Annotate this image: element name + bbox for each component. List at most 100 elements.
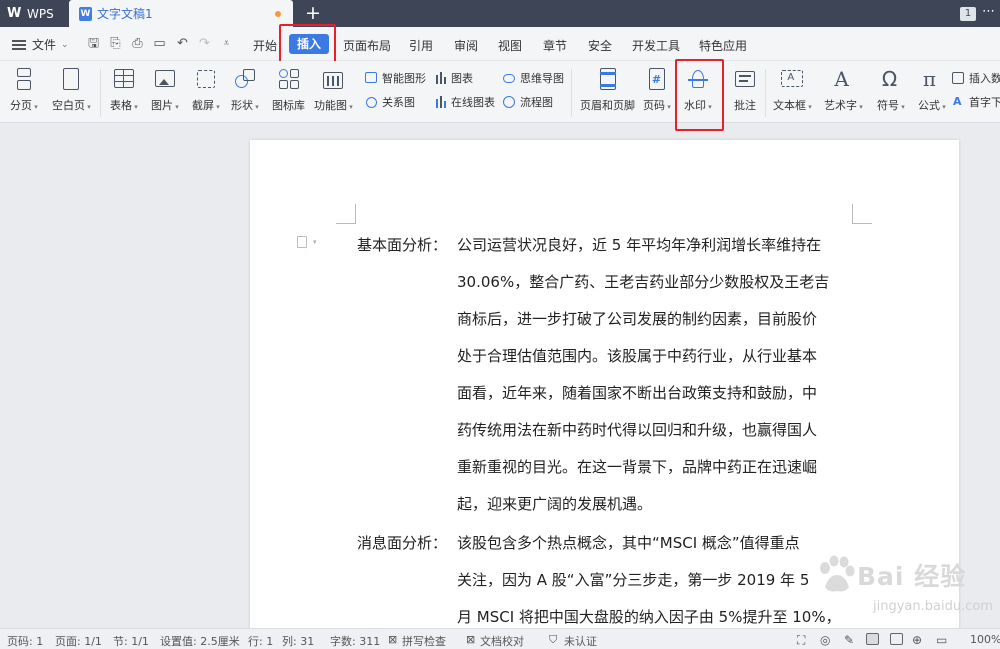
comment-button[interactable]: 批注 [733, 67, 757, 113]
doc-proof-icon[interactable]: ⊠ [466, 633, 475, 646]
menu-developer-tools[interactable]: 开发工具 [632, 37, 680, 54]
margin-corner-mark [852, 204, 872, 224]
insert-highlight-box [279, 24, 336, 63]
function-chart-button[interactable]: 功能图 [314, 67, 353, 113]
new-tab-button[interactable]: + [300, 1, 326, 25]
table-button[interactable]: 表格 [110, 67, 138, 113]
window-more-icon[interactable]: ⋯ [982, 4, 995, 19]
web-view-icon[interactable]: ⊕ [912, 633, 922, 647]
picture-icon [153, 67, 177, 91]
chart-button[interactable]: 图表 [434, 70, 473, 86]
smart-shape-label: 智能图形 [382, 72, 426, 85]
outline-view-icon[interactable] [890, 633, 903, 645]
text-line: 重新重视的目光。在这一背景下，品牌中药正在迅速崛 [457, 458, 818, 476]
pen-icon[interactable]: ✎ [844, 633, 854, 647]
baidu-jingyan-watermark: Bai 经验 jingyan.baidu.com [815, 555, 995, 625]
word-art-button[interactable]: A 艺术字 [824, 67, 863, 113]
status-section[interactable]: 节: 1/1 [113, 633, 149, 649]
spell-check-icon[interactable]: ⊠ [388, 633, 397, 646]
customize-quick-access-icon[interactable]: ⩡ [219, 36, 234, 51]
menu-page-layout[interactable]: 页面布局 [343, 37, 391, 54]
table-icon [112, 67, 136, 91]
insert-ribbon: 分页 空白页 表格 图片 截屏 形状 [0, 61, 1000, 123]
drop-cap-button[interactable]: A 首字下 [952, 94, 1000, 110]
comment-icon [733, 67, 757, 91]
document-tab[interactable]: W 文字文稿1 [69, 0, 293, 27]
table-label: 表格 [110, 97, 138, 113]
text-box-button[interactable]: A 文本框 [773, 67, 812, 113]
mind-map-button[interactable]: 思维导图 [503, 70, 564, 86]
blank-page-button[interactable]: 空白页 [52, 67, 91, 113]
save-icon[interactable]: 🖫 [86, 36, 101, 51]
wps-home-tab[interactable]: W WPS [0, 0, 67, 27]
flow-chart-button[interactable]: 流程图 [503, 94, 553, 110]
file-menu-button[interactable]: 文件 ⌄ [12, 36, 69, 53]
doc-proof-button[interactable]: 文档校对 [480, 633, 524, 649]
zoom-level[interactable]: 100% [970, 633, 1000, 646]
blank-page-icon [59, 67, 83, 91]
status-column[interactable]: 列: 31 [282, 633, 314, 649]
format-painter-icon[interactable]: ⎘ [108, 36, 123, 51]
reading-view-icon[interactable]: ▭ [936, 633, 947, 647]
bar-chart-icon [434, 71, 448, 85]
online-chart-label: 在线图表 [451, 96, 495, 109]
icon-library-button[interactable]: 图标库 [272, 67, 305, 113]
smart-shape-button[interactable]: 智能图形 [365, 70, 426, 86]
window-count-badge[interactable]: 1 [960, 7, 976, 21]
watermark-highlight-box [675, 59, 724, 131]
menu-chapter[interactable]: 章节 [543, 37, 567, 54]
picture-button[interactable]: 图片 [151, 67, 179, 113]
drop-cap-label: 首字下 [969, 96, 1000, 109]
fullscreen-icon[interactable]: ⛶ [797, 633, 805, 648]
spell-check-button[interactable]: 拼写检查 [402, 633, 446, 649]
text-line: 面看，近年来，随着国家不断出台政策支持和鼓励，中 [457, 384, 818, 402]
symbol-button[interactable]: Ω 符号 [877, 67, 905, 113]
print-icon[interactable]: ⎙ [130, 36, 145, 51]
fundamental-analysis-label: 基本面分析： [357, 236, 448, 254]
status-pages[interactable]: 页面: 1/1 [55, 633, 102, 649]
page-break-button[interactable]: 分页 [10, 67, 38, 113]
menu-view[interactable]: 视图 [498, 37, 522, 54]
screenshot-label: 截屏 [192, 97, 220, 113]
status-row[interactable]: 行: 1 [248, 633, 273, 649]
ribbon-separator [100, 69, 101, 117]
paragraph-layout-icon[interactable] [297, 236, 307, 248]
online-chart-icon [434, 95, 448, 109]
title-bar: W WPS W 文字文稿1 + 1 ⋯ [0, 0, 1000, 27]
menu-special-apps[interactable]: 特色应用 [699, 37, 747, 54]
redo-icon[interactable]: ↷ [197, 36, 212, 51]
page-number-button[interactable]: # 页码 [643, 67, 671, 113]
menu-home[interactable]: 开始 [253, 37, 277, 54]
online-chart-button[interactable]: 在线图表 [434, 94, 495, 110]
menu-bar: 文件 ⌄ 🖫 ⎘ ⎙ ▭ ↶ ↷ ⩡ 开始 插入 页面布局 引用 审阅 视图 章… [0, 27, 1000, 61]
text-line: 商标后，进一步打破了公司发展的制约因素，目前股价 [457, 310, 818, 328]
text-line: 处于合理估值范围内。该股属于中药行业，从行业基本 [457, 347, 818, 365]
menu-references[interactable]: 引用 [409, 37, 433, 54]
formula-button[interactable]: π 公式 [918, 67, 946, 113]
shape-icon [233, 67, 257, 91]
print-preview-icon[interactable]: ▭ [152, 36, 167, 51]
paragraph-layout-arrow-icon[interactable]: ▾ [313, 238, 317, 246]
page-view-icon[interactable] [866, 633, 879, 645]
undo-icon[interactable]: ↶ [175, 36, 190, 51]
shape-button[interactable]: 形状 [231, 67, 259, 113]
chevron-down-icon: ⌄ [61, 39, 69, 50]
status-page-number[interactable]: 页码: 1 [7, 633, 43, 649]
menu-review[interactable]: 审阅 [454, 37, 478, 54]
auth-status[interactable]: 未认证 [564, 633, 597, 649]
header-footer-icon [596, 67, 620, 91]
status-setting-value[interactable]: 设置值: 2.5厘米 [160, 633, 240, 649]
header-footer-button[interactable]: 页眉和页脚 [580, 67, 635, 113]
screenshot-button[interactable]: 截屏 [192, 67, 220, 113]
eye-protection-icon[interactable]: ◎ [820, 633, 830, 647]
menu-security[interactable]: 安全 [588, 37, 612, 54]
shield-icon[interactable]: ⛉ [549, 633, 557, 647]
wps-logo-icon: W [7, 5, 22, 21]
relation-chart-button[interactable]: 关系图 [365, 94, 415, 110]
symbol-label: 符号 [877, 97, 905, 113]
status-word-count[interactable]: 字数: 311 [330, 633, 380, 649]
header-footer-label: 页眉和页脚 [580, 99, 635, 112]
flow-chart-icon [503, 95, 517, 109]
insert-number-button[interactable]: 插入数 [952, 70, 1000, 86]
page-break-label: 分页 [10, 97, 38, 113]
